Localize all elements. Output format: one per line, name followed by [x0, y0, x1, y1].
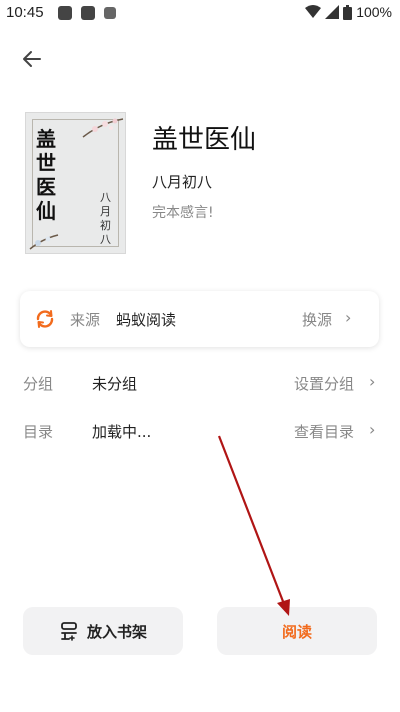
bookshelf-icon	[61, 622, 77, 641]
back-arrow-icon	[23, 51, 41, 67]
book-title: 盖世医仙	[152, 125, 257, 155]
book-latest-chapter: 完本感言!	[152, 205, 214, 221]
signal-icon	[325, 5, 340, 19]
chevron-right-icon: ›	[369, 420, 376, 439]
status-bar: 10:45 100%	[0, 0, 400, 28]
back-button[interactable]	[18, 45, 46, 73]
add-to-shelf-label: 放入书架	[86, 622, 147, 641]
read-label: 阅读	[281, 622, 312, 641]
source-label: 来源	[70, 311, 101, 329]
chevron-right-icon: ›	[369, 372, 376, 391]
read-button[interactable]: 阅读	[217, 607, 377, 655]
annotation-arrow	[217, 435, 290, 616]
group-label: 分组	[23, 375, 54, 393]
wifi-icon	[305, 5, 322, 18]
refresh-icon	[36, 310, 54, 328]
book-author[interactable]: 八月初八	[152, 171, 212, 192]
catalog-label: 目录	[23, 423, 54, 441]
source-name: 蚂蚁阅读	[116, 311, 177, 329]
notification-icon	[104, 7, 116, 19]
cover-title: 盖世医仙	[36, 127, 56, 223]
book-cover: 盖世医仙 八月初八	[25, 112, 126, 254]
notification-icon	[58, 6, 72, 20]
cover-flower-decoration	[82, 118, 124, 138]
source-card[interactable]: 来源 蚂蚁阅读 换源 ›	[20, 291, 379, 347]
group-value: 未分组	[92, 375, 138, 393]
battery-icon	[343, 4, 353, 20]
notification-icon	[81, 6, 95, 20]
view-catalog-button[interactable]: 查看目录	[294, 421, 354, 442]
chevron-right-icon: ›	[345, 308, 352, 327]
catalog-value: 加载中...	[92, 423, 152, 441]
cover-flower-decoration	[29, 234, 59, 250]
set-group-button[interactable]: 设置分组	[294, 373, 354, 394]
cover-author: 八月初八	[100, 191, 111, 246]
change-source-button[interactable]: 换源	[302, 309, 332, 330]
add-to-shelf-button[interactable]: 放入书架	[23, 607, 183, 655]
status-time: 10:45	[6, 4, 44, 21]
battery-percent: 100%	[356, 4, 392, 20]
status-icons: 100%	[305, 4, 392, 20]
